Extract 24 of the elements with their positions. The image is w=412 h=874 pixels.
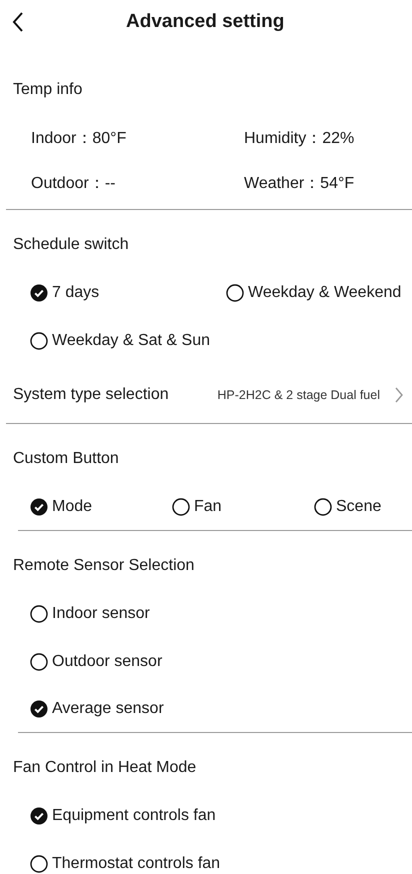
section-title: Remote Sensor Selection [12,556,196,576]
radio-option[interactable]: Weekday & Weekend [226,281,402,305]
radio-option[interactable]: Outdoor sensor [30,650,162,674]
chevron-icon [394,387,404,403]
info-text: Weather：54°F [244,174,356,194]
section-title: Temp info [12,80,84,100]
radio-option[interactable]: Equipment controls fan [30,804,216,828]
section-title: Custom Button [12,449,120,469]
radio-option[interactable]: Scene [314,495,382,519]
info-text: Outdoor：-- [31,174,116,194]
info-text: Indoor：80°F [31,129,128,149]
radio-option[interactable]: Fan [172,495,222,519]
section-title: Schedule switch [12,235,130,255]
setting-label: System type selection [13,385,169,405]
radio-option[interactable]: Weekday & Sat & Sun [30,329,210,353]
radio-option[interactable]: Thermostat controls fan [30,852,220,874]
radio-option[interactable]: 7 days [30,281,100,305]
page-title: Advanced setting [126,10,284,34]
radio-option[interactable]: Indoor sensor [30,602,150,626]
radio-option[interactable]: Average sensor [30,697,164,721]
system-type-link[interactable]: HP-2H2C & 2 stage Dual fuel [217,383,404,407]
section-title: Fan Control in Heat Mode [12,758,198,778]
radio-option[interactable]: Mode [30,495,92,519]
info-text: Humidity：22% [244,129,356,149]
